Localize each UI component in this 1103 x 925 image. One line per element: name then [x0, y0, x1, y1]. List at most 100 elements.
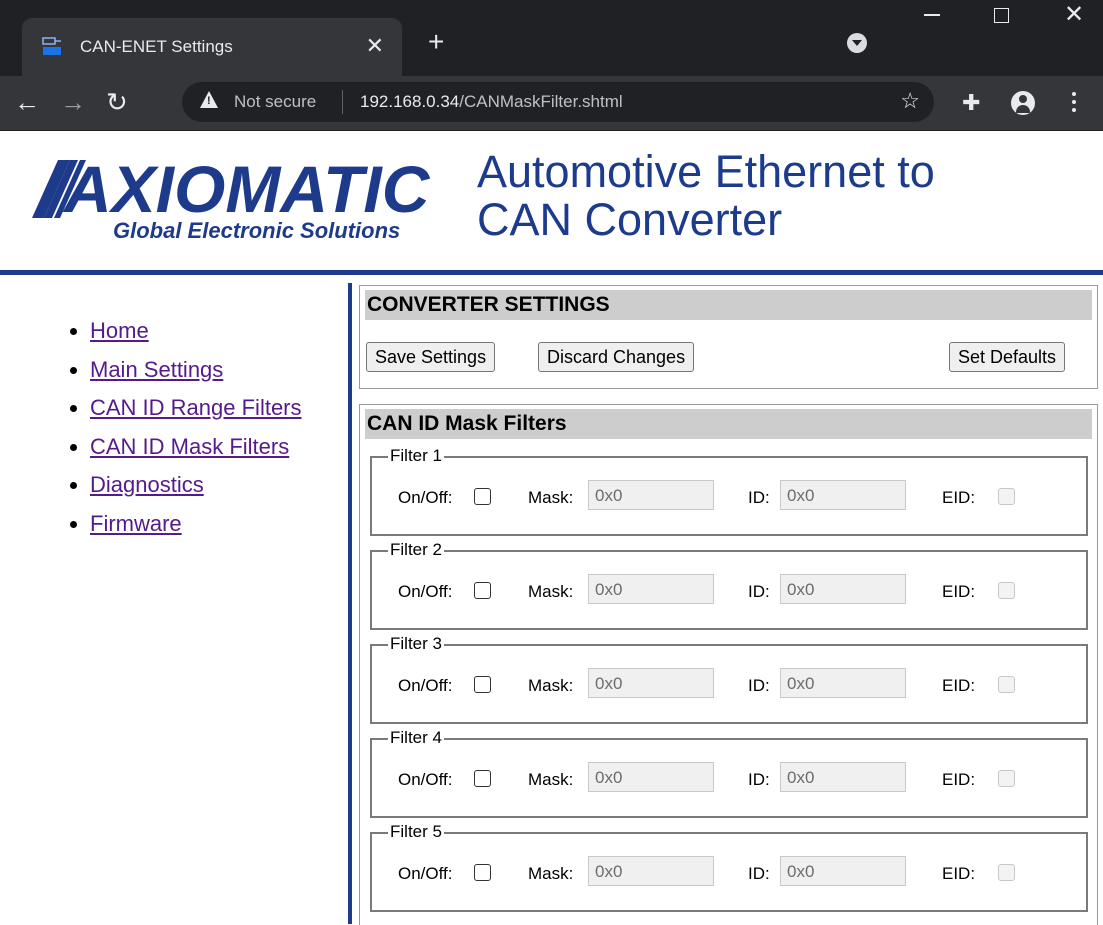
mask-label: Mask: [528, 676, 574, 695]
profile-icon[interactable] [1011, 91, 1035, 115]
nav-item-home: Home [90, 312, 302, 351]
mask-label: Mask: [528, 488, 574, 507]
mask-input[interactable]: 0x0 [588, 480, 714, 510]
star-icon[interactable]: ☆ [900, 88, 920, 114]
warning-icon[interactable] [200, 91, 218, 108]
nav-item-diagnostics: Diagnostics [90, 466, 302, 505]
sidebar-nav: Home Main Settings CAN ID Range Filters … [60, 312, 302, 543]
onoff-checkbox[interactable] [474, 582, 491, 599]
browser-tabstrip: CAN-ENET Settings ✕ + ✕ [0, 0, 1103, 76]
id-label: ID: [748, 488, 770, 507]
converter-settings-panel: CONVERTER SETTINGS Save Settings Discard… [359, 285, 1098, 389]
id-input[interactable]: 0x0 [780, 856, 906, 886]
converter-settings-header: CONVERTER SETTINGS [365, 290, 1092, 320]
filter-legend: Filter 2 [388, 540, 444, 560]
page-title-line1: Automotive Ethernet to [477, 146, 935, 197]
onoff-checkbox[interactable] [474, 864, 491, 881]
nav-link-range-filters[interactable]: CAN ID Range Filters [90, 395, 302, 420]
eid-checkbox [998, 770, 1015, 787]
filter-legend: Filter 1 [388, 446, 444, 466]
id-input[interactable]: 0x0 [780, 574, 906, 604]
filter-group-2: Filter 2 On/Off: Mask: 0x0 ID: 0x0 EID: [370, 540, 1088, 630]
filter-group-1: Filter 1 On/Off: Mask: 0x0 ID: 0x0 EID: [370, 446, 1088, 536]
eid-label: EID: [942, 864, 976, 883]
onoff-label: On/Off: [398, 864, 453, 883]
chevron-down-icon[interactable] [847, 33, 867, 53]
id-label: ID: [748, 582, 770, 601]
window-close-icon[interactable]: ✕ [1064, 0, 1084, 30]
security-label[interactable]: Not secure [234, 92, 316, 112]
back-arrow-icon[interactable]: ← [14, 88, 40, 116]
nav-link-home[interactable]: Home [90, 318, 149, 343]
id-label: ID: [748, 770, 770, 789]
mask-input[interactable]: 0x0 [588, 668, 714, 698]
filter-legend: Filter 5 [388, 822, 444, 842]
more-vert-icon[interactable] [1072, 92, 1076, 112]
header-divider [0, 270, 1103, 275]
puzzle-icon[interactable]: ✚ [962, 90, 980, 116]
onoff-label: On/Off: [398, 770, 453, 789]
eid-checkbox [998, 864, 1015, 881]
nav-link-firmware[interactable]: Firmware [90, 511, 182, 536]
mask-label: Mask: [528, 864, 574, 883]
discard-changes-button[interactable]: Discard Changes [538, 342, 695, 372]
id-input[interactable]: 0x0 [780, 668, 906, 698]
tab-title: CAN-ENET Settings [80, 37, 233, 56]
eid-label: EID: [942, 770, 976, 789]
mask-input[interactable]: 0x0 [588, 856, 714, 886]
url-text[interactable]: 192.168.0.34/CANMaskFilter.shtml [360, 92, 623, 112]
mask-filters-header: CAN ID Mask Filters [365, 409, 1092, 439]
minimize-icon[interactable] [920, 4, 944, 28]
address-bar[interactable]: Not secure 192.168.0.34/CANMaskFilter.sh… [182, 82, 934, 122]
id-input[interactable]: 0x0 [780, 480, 906, 510]
mask-label: Mask: [528, 582, 574, 601]
onoff-checkbox[interactable] [474, 770, 491, 787]
close-icon[interactable]: ✕ [366, 33, 384, 59]
onoff-label: On/Off: [398, 676, 453, 695]
can-ip-icon [42, 37, 61, 55]
save-settings-button[interactable]: Save Settings [366, 342, 496, 372]
mask-filters-panel: CAN ID Mask Filters Filter 1 On/Off: Mas… [359, 404, 1098, 925]
onoff-label: On/Off: [398, 582, 453, 601]
url-host: 192.168.0.34 [360, 92, 460, 111]
logo-brand: AXIOMATIC [62, 154, 431, 226]
logo-tagline: Global Electronic Solutions [113, 218, 400, 243]
set-defaults-button[interactable]: Set Defaults [949, 342, 1066, 372]
content-divider [348, 283, 352, 924]
reload-icon[interactable]: ↻ [106, 88, 128, 116]
browser-toolbar: ← → ↻ Not secure 192.168.0.34/CANMaskFil… [0, 76, 1103, 131]
id-label: ID: [748, 676, 770, 695]
eid-label: EID: [942, 488, 976, 507]
eid-checkbox [998, 488, 1015, 505]
axiomatic-logo: AXIOMATIC Global Electronic Solutions [32, 154, 431, 243]
page-title: Automotive Ethernet to CAN Converter [477, 148, 1037, 244]
nav-link-main-settings[interactable]: Main Settings [90, 357, 223, 382]
mask-label: Mask: [528, 770, 574, 789]
filter-legend: Filter 4 [388, 728, 444, 748]
eid-label: EID: [942, 582, 976, 601]
onoff-checkbox[interactable] [474, 488, 491, 505]
filter-group-4: Filter 4 On/Off: Mask: 0x0 ID: 0x0 EID: [370, 728, 1088, 818]
eid-label: EID: [942, 676, 976, 695]
mask-input[interactable]: 0x0 [588, 574, 714, 604]
browser-tab[interactable]: CAN-ENET Settings ✕ [22, 18, 402, 76]
onoff-checkbox[interactable] [474, 676, 491, 693]
id-input[interactable]: 0x0 [780, 762, 906, 792]
nav-item-range-filters: CAN ID Range Filters [90, 389, 302, 428]
separator [342, 90, 343, 114]
eid-checkbox [998, 582, 1015, 599]
maximize-icon[interactable] [994, 8, 1009, 23]
id-label: ID: [748, 864, 770, 883]
page-title-line2: CAN Converter [477, 194, 783, 245]
nav-link-mask-filters[interactable]: CAN ID Mask Filters [90, 434, 289, 459]
eid-checkbox [998, 676, 1015, 693]
forward-arrow-icon: → [60, 87, 86, 117]
mask-input[interactable]: 0x0 [588, 762, 714, 792]
filter-legend: Filter 3 [388, 634, 444, 654]
nav-item-mask-filters: CAN ID Mask Filters [90, 428, 302, 467]
onoff-label: On/Off: [398, 488, 453, 507]
nav-item-firmware: Firmware [90, 505, 302, 544]
url-path: /CANMaskFilter.shtml [459, 92, 623, 111]
nav-link-diagnostics[interactable]: Diagnostics [90, 472, 204, 497]
plus-icon[interactable]: + [428, 28, 444, 56]
